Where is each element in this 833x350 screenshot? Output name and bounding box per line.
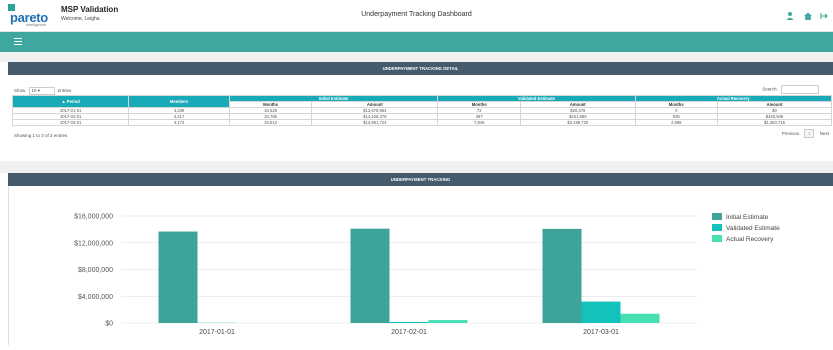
x-tick-label: 2017-01-01 — [199, 329, 235, 336]
y-tick-label: $8,000,000 — [78, 267, 113, 274]
logo-subtext: intelligence — [26, 22, 46, 27]
nav-bar — [0, 32, 833, 52]
show-label: Show — [14, 88, 25, 93]
legend-swatch — [712, 235, 722, 242]
page-title: Underpayment Tracking Dashboard — [0, 11, 833, 18]
bar — [621, 314, 660, 323]
page-button[interactable]: 1 — [804, 129, 814, 138]
search-control: Search: — [762, 85, 819, 94]
legend-swatch — [712, 213, 722, 220]
logout-icon[interactable] — [819, 11, 829, 21]
hamburger-icon[interactable] — [14, 38, 22, 45]
cell-validated-amount: $3,198,720 — [521, 120, 635, 126]
cell-initial-amount: $14,681,724 — [312, 120, 438, 126]
page-length-value: 10 — [32, 88, 37, 93]
cell-members: 3,173 — [129, 120, 230, 126]
detail-panel-title: UNDERPAYMENT TRACKING DETAIL — [8, 62, 833, 75]
spacer — [0, 52, 833, 62]
pagination: Previous 1 Next — [782, 129, 829, 138]
entries-label: entries — [58, 88, 72, 93]
bar — [543, 229, 582, 323]
col-period[interactable]: ▲ Period — [13, 96, 129, 108]
underpayment-bar-chart: $0 $4,000,000 $8,000,000 $12,000,000 $16,000… — [9, 186, 833, 345]
search-input[interactable] — [781, 85, 819, 94]
page-length-control: Show 10 ▾ entries — [14, 87, 71, 95]
y-tick-label: $0 — [105, 321, 113, 328]
bar — [429, 320, 468, 323]
cell-recovery-months: 2,889 — [635, 120, 717, 126]
cell-initial-months: 34,512 — [229, 120, 311, 126]
cell-recovery-amount: $1,383,715 — [717, 120, 831, 126]
home-icon[interactable] — [803, 11, 813, 21]
col-members[interactable]: Members — [129, 96, 230, 108]
detail-table: ▲ Period Members Initial Estimate Valida… — [12, 95, 832, 126]
top-header: pareto intelligence MSP Validation Welco… — [0, 0, 833, 32]
x-tick-label: 2017-02-01 — [391, 329, 427, 336]
bar — [159, 232, 198, 323]
table-row: 2017-03-01 3,173 34,512 $14,681,724 7,84… — [13, 120, 832, 126]
table-info: Showing 1 to 3 of 3 entries — [14, 133, 67, 138]
tracking-panel-title: UNDERPAYMENT TRACKING — [8, 173, 833, 186]
legend-label: Initial Estimate — [726, 214, 769, 221]
y-tick-label: $16,000,000 — [74, 214, 113, 221]
legend-label: Validated Estimate — [726, 225, 780, 232]
search-label: Search: — [762, 87, 778, 92]
legend-swatch — [712, 224, 722, 231]
detail-panel: Show 10 ▾ entries Search: ▲ Period Membe… — [8, 75, 833, 161]
bar — [390, 322, 429, 323]
y-tick-label: $12,000,000 — [74, 240, 113, 247]
y-tick-label: $4,000,000 — [78, 294, 113, 301]
bar — [351, 229, 390, 323]
previous-button[interactable]: Previous — [782, 131, 800, 136]
cell-validated-months: 7,845 — [438, 120, 521, 126]
page-length-select[interactable]: 10 ▾ — [29, 87, 55, 95]
user-icon[interactable] — [785, 11, 795, 21]
bar — [582, 302, 621, 323]
cell-period: 2017-03-01 — [13, 120, 129, 126]
x-tick-label: 2017-03-01 — [583, 329, 619, 336]
legend-label: Actual Recovery — [726, 236, 774, 243]
spacer — [0, 161, 833, 173]
next-button[interactable]: Next — [820, 131, 829, 136]
tracking-chart-panel: $0 $4,000,000 $8,000,000 $12,000,000 $16,000… — [8, 186, 833, 345]
